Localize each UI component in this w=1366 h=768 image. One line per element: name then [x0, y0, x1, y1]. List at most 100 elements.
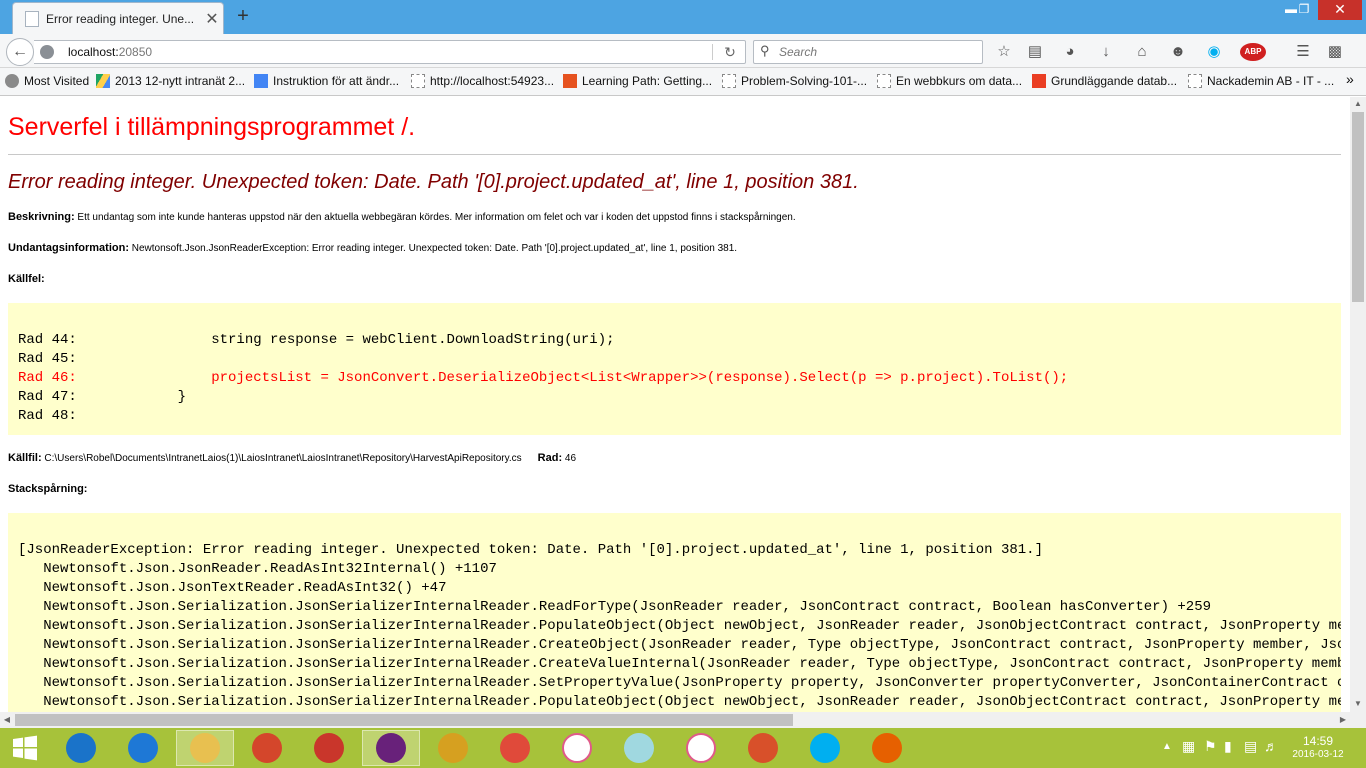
stack-line: Newtonsoft.Json.Serialization.JsonSerial…: [18, 694, 1341, 710]
blank-page-icon: [877, 74, 891, 88]
bookmark-label: http://localhost:54923...: [430, 74, 555, 88]
stack-trace-label: Stackspårning:: [8, 483, 88, 495]
source-line: Rad 48:: [18, 408, 77, 424]
pocket-icon[interactable]: ◕: [1061, 43, 1079, 61]
bookmark-item[interactable]: Nackademin AB - IT - ...: [1188, 74, 1334, 88]
start-button[interactable]: [0, 730, 50, 766]
url-separator: [712, 44, 713, 60]
flag-icon[interactable]: ⚑: [1204, 738, 1217, 755]
horizontal-scrollbar[interactable]: ◀ ▶: [0, 712, 1366, 728]
browser-tab-active[interactable]: Error reading integer. Une... ✕: [12, 2, 224, 34]
volume-icon[interactable]: ♬: [1264, 738, 1278, 754]
home-icon[interactable]: ⌂: [1133, 43, 1151, 61]
bookmark-item[interactable]: http://localhost:54923...: [411, 74, 554, 88]
taskbar-app-button[interactable]: [858, 730, 916, 766]
taskbar-app-button[interactable]: [362, 730, 420, 766]
taskbar-app-button[interactable]: [238, 730, 296, 766]
reading-list-icon[interactable]: ▤: [1026, 43, 1044, 61]
browser-navbar: ← localhost:20850 ↻ ⚲ Search ☆ ▤ ◕ ↓ ⌂ ☻…: [0, 34, 1366, 68]
source-error-label: Källfel:: [8, 273, 45, 285]
office-icon: [1032, 74, 1046, 88]
bookmark-item[interactable]: Learning Path: Getting...: [563, 74, 712, 88]
hello-chat-icon[interactable]: ☻: [1169, 43, 1187, 61]
tray-overflow-icon[interactable]: ▲: [1162, 741, 1172, 752]
bookmark-item[interactable]: Instruktion för att ändr...: [254, 74, 399, 88]
menu-icon[interactable]: ☰: [1294, 43, 1312, 61]
taskbar-app-button[interactable]: [486, 730, 544, 766]
file-explorer-icon: [190, 733, 220, 763]
tools-icon: [438, 733, 468, 763]
bookmark-item[interactable]: En webbkurs om data...: [877, 74, 1022, 88]
scroll-left-icon[interactable]: ◀: [0, 712, 14, 728]
bookmark-label: Nackademin AB - IT - ...: [1207, 74, 1335, 88]
taskbar-app-button[interactable]: [300, 730, 358, 766]
line-number: 46: [562, 453, 577, 464]
taskbar-app-button[interactable]: [114, 730, 172, 766]
exception-row: Undantagsinformation: Newtonsoft.Json.Js…: [8, 242, 737, 254]
extension-icon[interactable]: ▩: [1326, 43, 1344, 61]
vertical-scrollbar[interactable]: ▲ ▼: [1350, 97, 1366, 714]
page-content: Serverfel i tillämpningsprogrammet /. Er…: [0, 97, 1350, 714]
url-text[interactable]: localhost:20850: [68, 45, 152, 59]
back-button[interactable]: ←: [6, 38, 34, 66]
chrome-icon: [500, 733, 530, 763]
url-port: 20850: [118, 45, 153, 59]
taskbar-app-button[interactable]: [610, 730, 668, 766]
bookmarks-toolbar: Most Visited 2013 12-nytt intranät 2... …: [0, 68, 1366, 96]
skype-addon-icon[interactable]: ◉: [1205, 43, 1223, 61]
bookmark-most-visited[interactable]: Most Visited: [5, 74, 89, 88]
url-bar[interactable]: localhost:20850 ↻: [34, 40, 746, 64]
action-center-icon[interactable]: ▦: [1182, 738, 1195, 755]
taskbar-app-button[interactable]: [672, 730, 730, 766]
source-line: Rad 45:: [18, 351, 77, 367]
scroll-up-icon[interactable]: ▲: [1350, 97, 1366, 111]
new-tab-button[interactable]: +: [232, 4, 254, 28]
source-error-heading: Källfel:: [8, 273, 45, 285]
scroll-right-icon[interactable]: ▶: [1336, 712, 1350, 728]
taskbar-app-button[interactable]: [424, 730, 482, 766]
adblock-plus-icon[interactable]: ABP: [1240, 43, 1266, 61]
tab-close-icon[interactable]: ✕: [201, 9, 223, 29]
downloads-icon[interactable]: ↓: [1097, 43, 1115, 61]
stack-trace-box: [JsonReaderException: Error reading inte…: [8, 513, 1341, 714]
browser-titlebar: Error reading integer. Une... ✕ + ▬ ❐ ✕: [0, 0, 1366, 34]
exception-text: Newtonsoft.Json.JsonReaderException: Err…: [129, 243, 738, 254]
battery-icon[interactable]: ▮: [1224, 738, 1232, 755]
source-line-highlighted: Rad 46: projectsList = JsonConvert.Deser…: [18, 370, 1069, 386]
globe-icon: [40, 45, 54, 59]
gear-icon: [5, 74, 19, 88]
stack-line: Newtonsoft.Json.JsonTextReader.ReadAsInt…: [18, 580, 447, 596]
bookmark-star-icon[interactable]: ☆: [995, 43, 1013, 61]
taskbar-app-button[interactable]: [796, 730, 854, 766]
stack-line: [JsonReaderException: Error reading inte…: [18, 542, 1043, 558]
taskbar-app-button[interactable]: [176, 730, 234, 766]
stack-line: Newtonsoft.Json.Serialization.JsonSerial…: [18, 656, 1341, 672]
taskbar-app-button[interactable]: [734, 730, 792, 766]
bookmark-item[interactable]: 2013 12-nytt intranät 2...: [96, 74, 245, 88]
network-icon[interactable]: ▤: [1244, 738, 1257, 755]
taskbar-app-button[interactable]: [52, 730, 110, 766]
visual-studio-icon: [376, 733, 406, 763]
restore-button[interactable]: ❐: [1292, 0, 1316, 20]
skype-icon: [810, 733, 840, 763]
search-bar[interactable]: ⚲ Search: [753, 40, 983, 64]
url-host: localhost:: [68, 45, 119, 59]
reload-icon[interactable]: ↻: [718, 42, 742, 62]
bookmark-item[interactable]: Problem-Solving-101-...: [722, 74, 867, 88]
stack-line: Newtonsoft.Json.Serialization.JsonSerial…: [18, 637, 1341, 653]
stack-line: Newtonsoft.Json.Serialization.JsonSerial…: [18, 618, 1341, 634]
rdp-icon: [66, 733, 96, 763]
scroll-down-icon[interactable]: ▼: [1350, 697, 1366, 711]
error-message: Error reading integer. Unexpected token:…: [8, 171, 859, 193]
bookmark-label: 2013 12-nytt intranät 2...: [115, 74, 246, 88]
bookmark-label: Grundläggande datab...: [1051, 74, 1178, 88]
bookmark-item[interactable]: Grundläggande datab...: [1032, 74, 1177, 88]
close-window-button[interactable]: ✕: [1318, 0, 1362, 20]
horizontal-scroll-thumb[interactable]: [15, 714, 793, 726]
bookmarks-overflow-button[interactable]: »: [1346, 71, 1354, 87]
vertical-scroll-thumb[interactable]: [1352, 112, 1364, 302]
blank-page-icon: [1188, 74, 1202, 88]
drive-icon: [96, 74, 110, 88]
taskbar-app-button[interactable]: [548, 730, 606, 766]
clock[interactable]: 14:59 2016-03-12: [1290, 734, 1346, 762]
